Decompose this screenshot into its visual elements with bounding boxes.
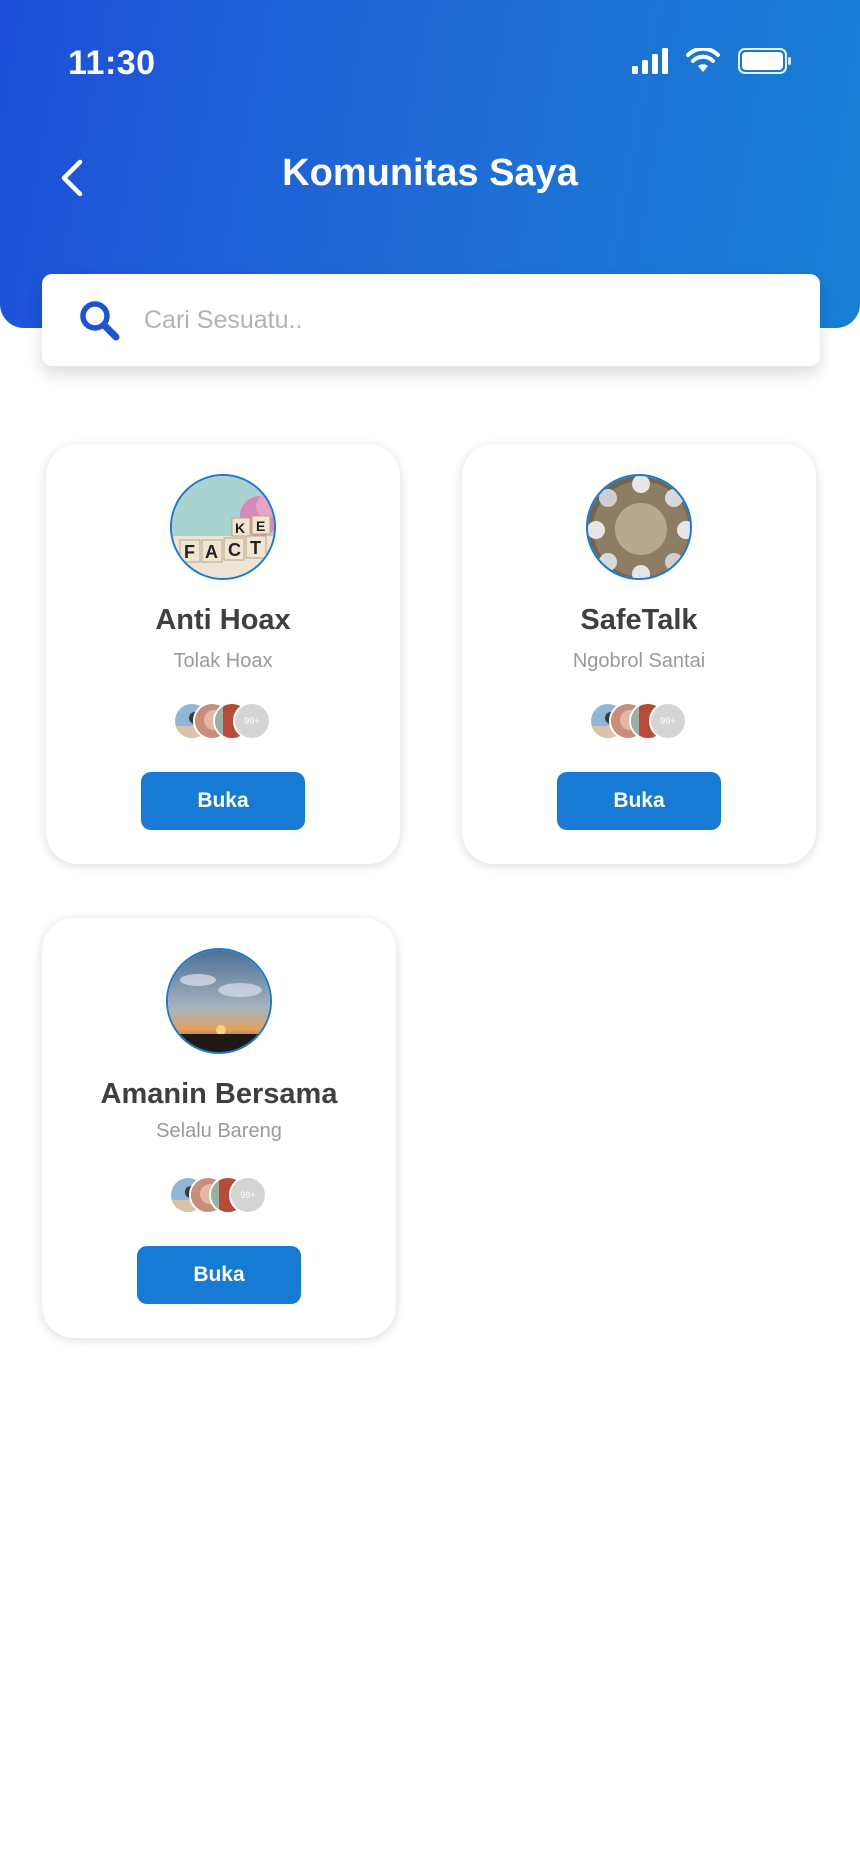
- svg-text:T: T: [250, 538, 261, 558]
- community-description: Selalu Bareng: [156, 1120, 282, 1142]
- member-avatars: 99+: [173, 702, 273, 742]
- svg-text:C: C: [228, 540, 241, 560]
- page-title: Komunitas Saya: [282, 152, 578, 194]
- community-name: Anti Hoax: [155, 604, 291, 636]
- community-name: Amanin Bersama: [100, 1078, 338, 1110]
- member-count-badge: 99+: [229, 1176, 267, 1214]
- community-description: Tolak Hoax: [173, 650, 273, 672]
- community-avatar: F A C T K E: [170, 474, 276, 580]
- member-count-badge: 99+: [649, 702, 687, 740]
- open-community-button[interactable]: Buka: [141, 772, 305, 830]
- status-time: 11:30: [68, 44, 156, 82]
- signal-icon: [632, 48, 668, 74]
- wifi-icon: [686, 48, 720, 72]
- community-card-anti-hoax: F A C T K E Anti Hoax Tolak Hoax 99+ Buk…: [46, 444, 400, 864]
- community-avatar: [166, 948, 272, 1054]
- community-card-amanin-bersama: Amanin Bersama Selalu Bareng 99+ Buka: [42, 918, 396, 1338]
- search-bar[interactable]: [42, 274, 820, 366]
- svg-text:E: E: [256, 518, 265, 534]
- svg-text:K: K: [235, 520, 245, 536]
- member-count-badge: 99+: [233, 702, 271, 740]
- svg-text:F: F: [184, 542, 195, 562]
- search-icon: [80, 301, 120, 341]
- open-community-button[interactable]: Buka: [557, 772, 721, 830]
- open-community-button[interactable]: Buka: [137, 1246, 301, 1304]
- member-avatars: 99+: [169, 1176, 269, 1216]
- status-icons: [632, 48, 792, 74]
- battery-icon: [738, 48, 791, 74]
- community-card-safetalk: SafeTalk Ngobrol Santai 99+ Buka: [462, 444, 816, 864]
- community-description: Ngobrol Santai: [572, 650, 706, 672]
- member-avatars: 99+: [589, 702, 689, 742]
- community-avatar: [586, 474, 692, 580]
- community-name: SafeTalk: [580, 604, 698, 636]
- svg-text:A: A: [205, 542, 218, 562]
- search-input[interactable]: [144, 290, 784, 350]
